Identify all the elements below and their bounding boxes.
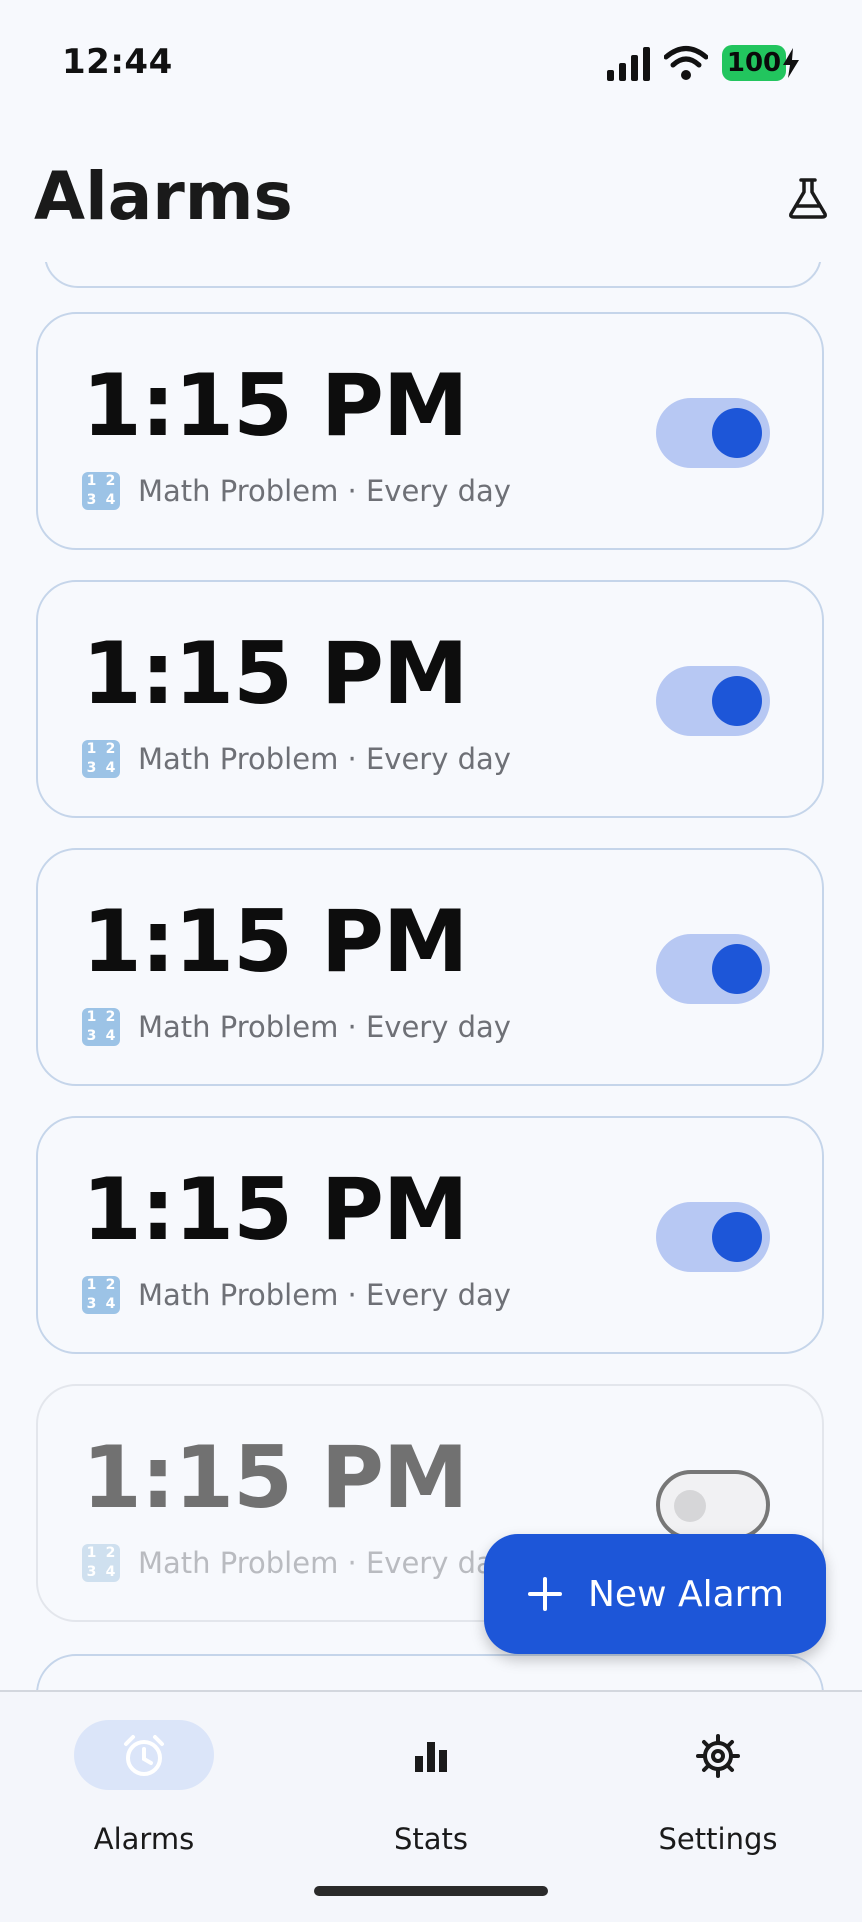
status-bar: 12:44 100 — [0, 0, 862, 110]
cellular-signal-icon — [607, 47, 650, 81]
alarm-time: 1:15 PM — [82, 1428, 468, 1528]
flask-icon — [789, 178, 827, 219]
alarm-card[interactable]: 1:15 PM 1234 Math Problem · Every day — [36, 580, 824, 818]
battery-indicator: 100 — [722, 45, 786, 81]
nav-label: Settings — [658, 1822, 778, 1856]
alarm-toggle[interactable] — [656, 1470, 770, 1540]
nav-label: Alarms — [93, 1822, 195, 1856]
status-time: 12:44 — [62, 42, 173, 82]
alarm-subtitle: Math Problem · Every day — [138, 1278, 511, 1312]
nav-item-settings[interactable]: Settings — [612, 1720, 832, 1860]
alarm-subtitle: Math Problem · Every day — [138, 1546, 511, 1580]
nav-item-stats[interactable]: Stats — [325, 1720, 545, 1860]
page-title: Alarms — [34, 158, 293, 235]
alarm-toggle[interactable] — [656, 666, 770, 736]
toggle-knob — [712, 676, 762, 726]
alarm-card[interactable]: 1:15 PM 1234 Math Problem · Every day — [36, 848, 824, 1086]
numbers-icon: 1234 — [82, 740, 120, 778]
alarm-card[interactable]: 1:15 PM 1234 Math Problem · Every day — [36, 1116, 824, 1354]
charging-bolt-icon — [783, 48, 799, 78]
new-alarm-button[interactable]: New Alarm — [484, 1534, 826, 1654]
alarm-clock-icon — [116, 1728, 172, 1784]
alarm-time: 1:15 PM — [82, 624, 468, 724]
alarm-subtitle: Math Problem · Every day — [138, 1010, 511, 1044]
alarm-card[interactable]: 1:15 PM 1234 Math Problem · Every day — [36, 312, 824, 550]
battery-level: 100 — [726, 48, 782, 78]
alarm-subtitle: Math Problem · Every day — [138, 474, 511, 508]
alarm-details: 1234 Math Problem · Every day — [82, 740, 511, 778]
gear-icon — [690, 1728, 746, 1784]
alarm-toggle[interactable] — [656, 398, 770, 468]
alarm-subtitle: Math Problem · Every day — [138, 742, 511, 776]
numbers-icon: 1234 — [82, 1008, 120, 1046]
wifi-icon — [664, 46, 708, 80]
alarm-card-partial[interactable] — [36, 1654, 824, 1690]
alarm-details: 1234 Math Problem · Every day — [82, 472, 511, 510]
nav-item-alarms[interactable]: Alarms — [38, 1720, 258, 1860]
alarm-time: 1:15 PM — [82, 1160, 468, 1260]
bar-chart-icon — [403, 1728, 459, 1784]
numbers-icon: 1234 — [82, 472, 120, 510]
numbers-icon: 1234 — [82, 1544, 120, 1582]
alarm-card-partial[interactable] — [44, 262, 822, 288]
toggle-knob — [712, 944, 762, 994]
home-indicator — [314, 1886, 548, 1896]
nav-label: Stats — [393, 1822, 469, 1856]
toggle-knob — [712, 408, 762, 458]
toggle-knob — [712, 1212, 762, 1262]
alarm-list[interactable]: 1:15 PM 1234 Math Problem · Every day 1:… — [0, 262, 862, 1690]
lab-button[interactable] — [780, 170, 836, 226]
alarm-details: 1234 Math Problem · Every day — [82, 1544, 511, 1582]
alarm-time: 1:15 PM — [82, 892, 468, 992]
new-alarm-label: New Alarm — [588, 1573, 784, 1615]
alarm-toggle[interactable] — [656, 1202, 770, 1272]
alarm-details: 1234 Math Problem · Every day — [82, 1008, 511, 1046]
numbers-icon: 1234 — [82, 1276, 120, 1314]
alarm-time: 1:15 PM — [82, 356, 468, 456]
alarm-toggle[interactable] — [656, 934, 770, 1004]
plus-icon — [526, 1575, 564, 1613]
toggle-knob — [674, 1490, 706, 1522]
alarm-details: 1234 Math Problem · Every day — [82, 1276, 511, 1314]
